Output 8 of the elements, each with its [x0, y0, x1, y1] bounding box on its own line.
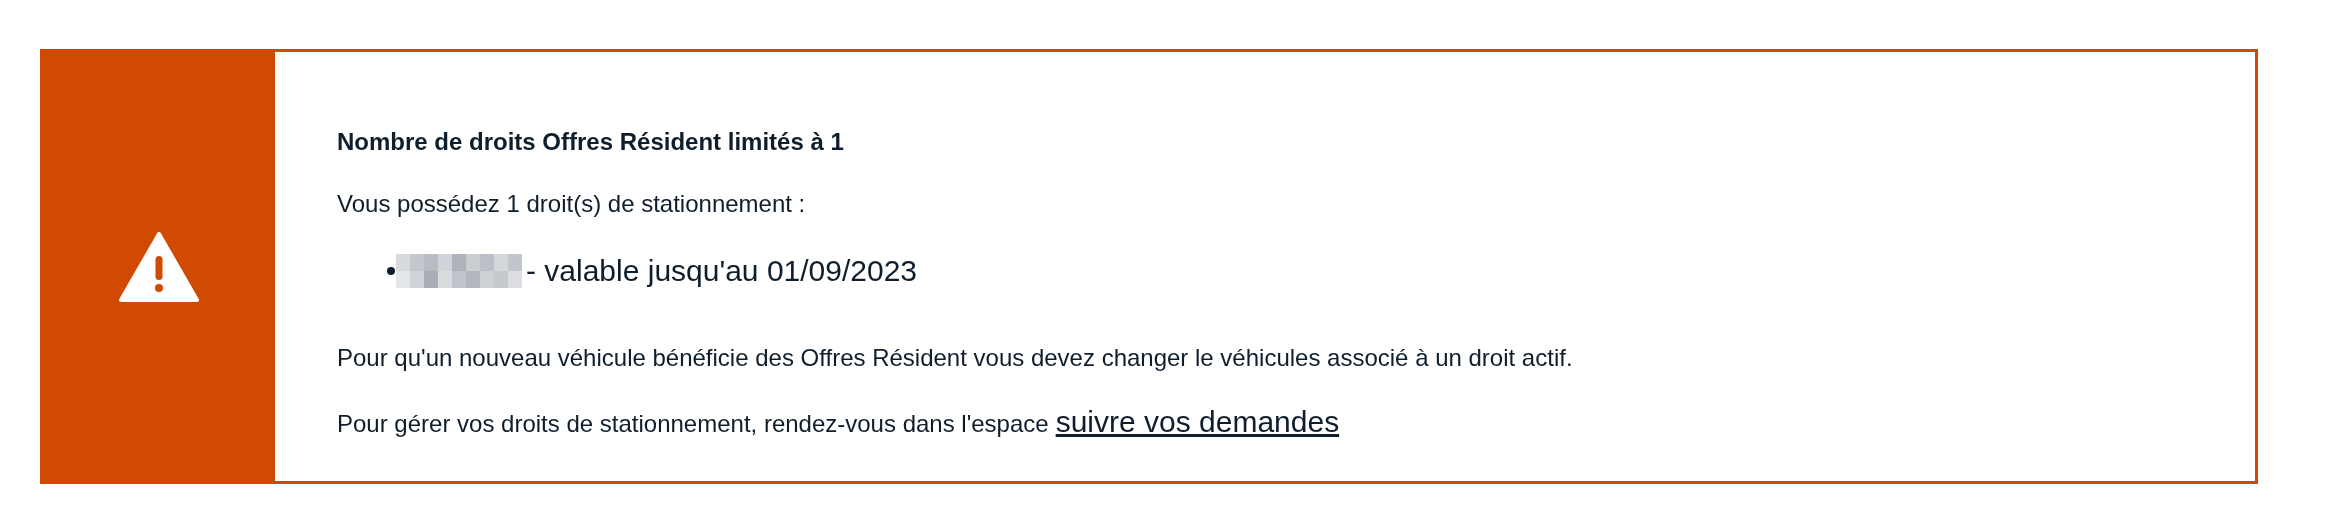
rights-intro: Vous possédez 1 droit(s) de stationnement : — [337, 189, 807, 219]
right-validity: - valable jusqu'au 01/09/2023 — [526, 253, 918, 289]
bullet-icon — [387, 267, 395, 275]
alert-message: Pour qu'un nouveau véhicule bénéficie des Offres Résident vous devez changer le véhicules associé à un droit actif. — [337, 343, 1573, 373]
alert-title: Nombre de droits Offres Résident limités à 1 — [337, 127, 845, 157]
requests-link[interactable]: suivre vos demandes — [1055, 405, 1340, 439]
manage-text: Pour gérer vos droits de stationnement, rendez-vous dans l'espace — [337, 409, 1049, 439]
warning-icon — [119, 231, 199, 302]
